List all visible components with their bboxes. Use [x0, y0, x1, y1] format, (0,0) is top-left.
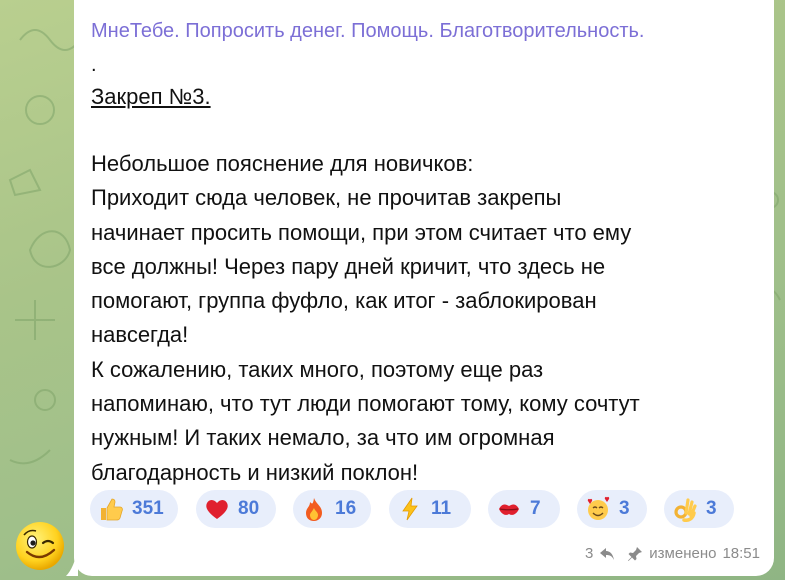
reply-arrow-icon[interactable] — [599, 547, 615, 561]
smiling-face-with-hearts-icon — [587, 496, 610, 520]
channel-name[interactable]: МнеТебе. Попросить денег. Помощь. Благот… — [91, 18, 644, 44]
message-line: Небольшое пояснение для новичков: — [91, 151, 474, 176]
reaction-count: 3 — [706, 498, 717, 519]
reaction-fire[interactable]: 16 — [293, 490, 371, 528]
replies-count: 3 — [584, 545, 594, 562]
message-line: Приходит сюда человек, не прочитав закре… — [91, 185, 562, 211]
reaction-heart[interactable]: 80 — [196, 490, 276, 528]
reaction-lightning[interactable]: 11 — [389, 490, 471, 528]
kiss-mark-icon — [499, 504, 519, 515]
message-line: все должны! Через пару дней кричит, что … — [91, 253, 606, 279]
reaction-count: 7 — [530, 498, 541, 519]
reaction-smiling-hearts[interactable]: 3 — [577, 490, 647, 528]
reaction-count: 16 — [335, 498, 357, 519]
pin-title-link[interactable]: Закреп №3. — [91, 84, 211, 110]
message-meta: 3 изменено 18:51 — [585, 545, 760, 562]
fire-icon — [306, 498, 322, 521]
edited-label: изменено — [649, 545, 717, 562]
reaction-ok-hand[interactable]: 3 — [664, 490, 734, 528]
message-line: напоминаю, что тут люди помогают тому, к… — [91, 391, 640, 417]
message-bubble[interactable]: МнеТебе. Попросить денег. Помощь. Благот… — [74, 0, 774, 576]
reaction-count: 351 — [132, 498, 164, 519]
red-heart-icon — [206, 500, 228, 519]
reaction-kiss[interactable]: 7 — [488, 490, 560, 528]
pin-icon — [628, 546, 643, 561]
message-line: начинает просить помощи, при этом считае… — [91, 219, 632, 245]
message-body: Небольшое пояснение для новичков: Приход… — [91, 147, 761, 490]
message-line: навсегда! — [91, 322, 189, 348]
lightning-icon — [402, 497, 418, 521]
message-line: помогают, группа фуфло, как итог - забло… — [91, 288, 597, 314]
message-line: благодарность и низкий поклон! — [91, 459, 419, 485]
message-line: нужным! И таких немало, за что им огромн… — [91, 425, 555, 451]
message-line: К сожалению, таких много, поэтому еще ра… — [91, 356, 544, 382]
reaction-count: 11 — [431, 498, 452, 519]
message-time: 18:51 — [722, 545, 760, 562]
reaction-count: 3 — [619, 498, 630, 519]
winking-smiley-avatar[interactable] — [14, 520, 66, 572]
reaction-count: 80 — [238, 498, 260, 519]
ok-hand-icon — [674, 498, 697, 522]
reaction-thumbs-up[interactable]: 351 — [90, 490, 178, 528]
message-dot: . — [91, 54, 97, 76]
thumbs-up-icon — [101, 498, 123, 521]
